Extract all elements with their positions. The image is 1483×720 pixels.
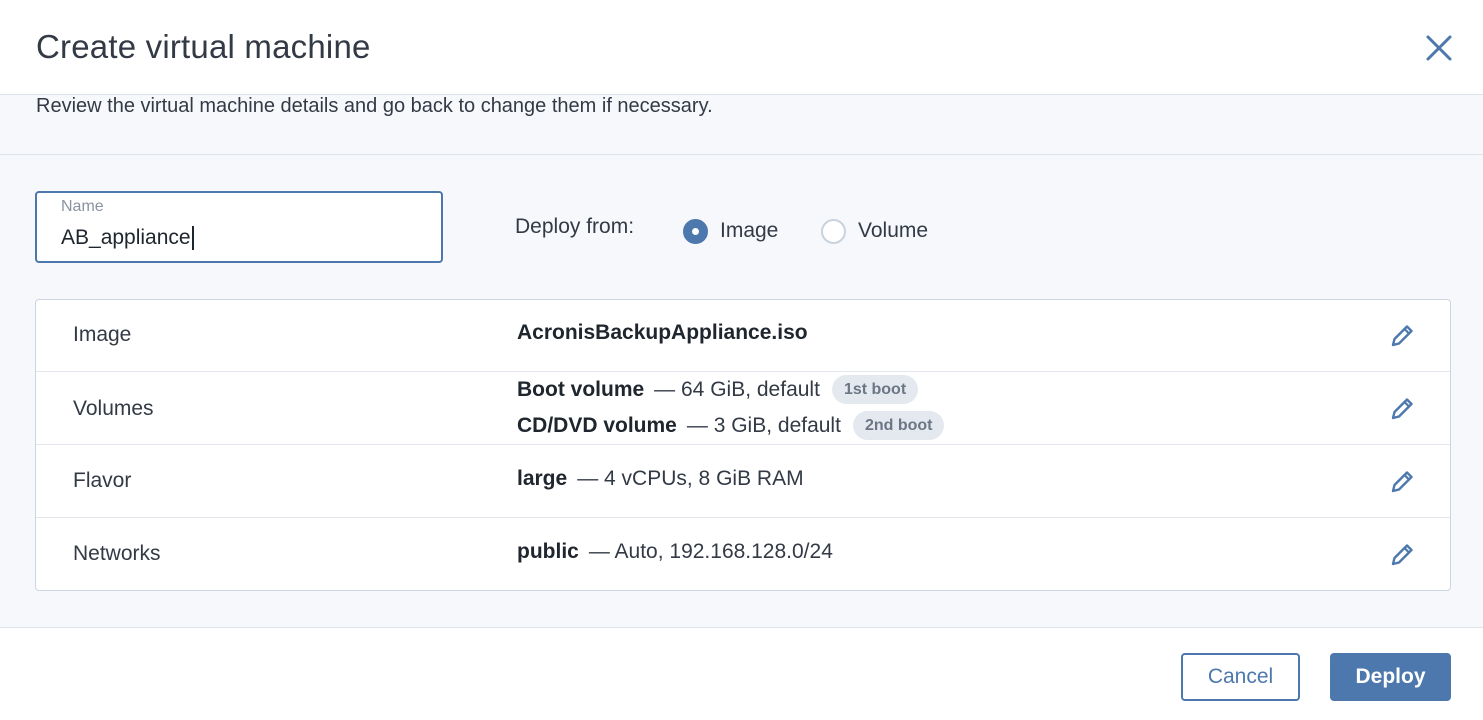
name-field-value[interactable]: AB_appliance xyxy=(61,226,194,250)
deploy-from-volume-label[interactable]: Volume xyxy=(858,219,928,243)
create-vm-dialog: Create virtual machine Review the virtua… xyxy=(0,0,1483,720)
summary-row-networks: Networks public — Auto, 192.168.128.0/24 xyxy=(36,518,1450,590)
edit-image-button[interactable] xyxy=(1388,322,1416,350)
pencil-icon xyxy=(1391,471,1413,493)
deploy-button[interactable]: Deploy xyxy=(1330,653,1451,701)
deploy-from-image-label[interactable]: Image xyxy=(720,219,778,243)
summary-row-volumes: Volumes Boot volume — 64 GiB, default 1s… xyxy=(36,372,1450,445)
radio-checked-icon[interactable] xyxy=(683,218,708,244)
cd-volume-detail: — 3 GiB, default xyxy=(686,413,841,437)
edit-networks-button[interactable] xyxy=(1388,541,1416,569)
row-value-flavor: large — 4 vCPUs, 8 GiB RAM xyxy=(517,467,804,491)
subtitle-band: Review the virtual machine details and g… xyxy=(0,95,1483,155)
network-detail: — Auto, 192.168.128.0/24 xyxy=(588,540,833,563)
boot-volume-name: Boot volume xyxy=(517,377,645,401)
boot-order-badge: 2nd boot xyxy=(852,411,945,440)
name-field-label: Name xyxy=(61,198,104,215)
vm-summary-table: Image AcronisBackupAppliance.iso Volumes… xyxy=(35,299,1451,591)
row-value-cd-volume: CD/DVD volume — 3 GiB, default 2nd boot xyxy=(517,411,945,440)
cd-volume-name: CD/DVD volume xyxy=(517,413,677,437)
pencil-icon xyxy=(1391,325,1413,347)
radio-unchecked-icon[interactable] xyxy=(821,218,846,244)
cancel-button[interactable]: Cancel xyxy=(1181,653,1300,701)
name-field[interactable]: Name AB_appliance xyxy=(35,191,443,263)
pencil-icon xyxy=(1391,398,1413,420)
summary-row-image: Image AcronisBackupAppliance.iso xyxy=(36,300,1450,372)
row-value-image: AcronisBackupAppliance.iso xyxy=(517,321,808,345)
close-button[interactable] xyxy=(1419,28,1459,68)
summary-row-flavor: Flavor large — 4 vCPUs, 8 GiB RAM xyxy=(36,445,1450,518)
row-label-networks: Networks xyxy=(73,542,161,565)
row-value-boot-volume: Boot volume — 64 GiB, default 1st boot xyxy=(517,375,919,404)
image-name: AcronisBackupAppliance.iso xyxy=(517,321,808,344)
deploy-from-label: Deploy from: xyxy=(515,215,635,238)
boot-volume-detail: — 64 GiB, default xyxy=(654,377,820,401)
row-label-volumes: Volumes xyxy=(73,397,154,420)
flavor-detail: — 4 vCPUs, 8 GiB RAM xyxy=(577,467,804,490)
edit-flavor-button[interactable] xyxy=(1388,468,1416,496)
close-icon xyxy=(1426,35,1452,61)
pencil-icon xyxy=(1391,544,1413,566)
dialog-title: Create virtual machine xyxy=(36,28,371,65)
row-label-image: Image xyxy=(73,323,132,346)
dialog-header: Create virtual machine xyxy=(0,0,1483,95)
flavor-name: large xyxy=(517,467,568,490)
edit-volumes-button[interactable] xyxy=(1388,395,1416,423)
network-name: public xyxy=(517,540,579,563)
boot-order-badge: 1st boot xyxy=(831,375,919,404)
row-label-flavor: Flavor xyxy=(73,469,132,492)
deploy-from-volume-radio[interactable]: Volume xyxy=(821,218,928,244)
deploy-from-image-radio[interactable]: Image xyxy=(683,218,778,244)
dialog-subtitle: Review the virtual machine details and g… xyxy=(36,95,713,117)
row-value-networks: public — Auto, 192.168.128.0/24 xyxy=(517,540,833,564)
dialog-footer: Cancel Deploy xyxy=(0,627,1483,720)
